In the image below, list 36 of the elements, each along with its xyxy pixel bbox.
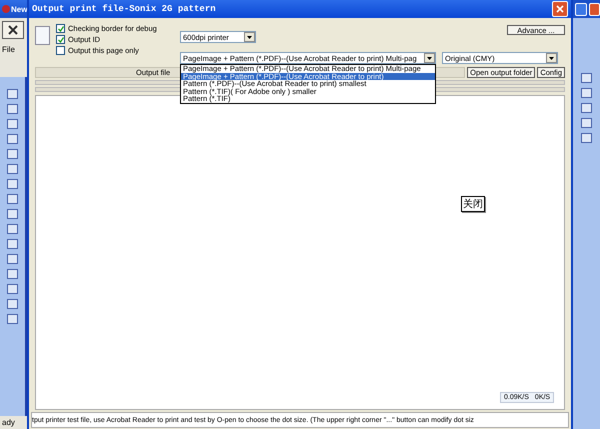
dropdown-arrow-icon <box>247 36 252 38</box>
toolbar-icon[interactable] <box>7 134 18 144</box>
checkbox[interactable] <box>56 35 65 44</box>
checkbox[interactable] <box>56 24 65 33</box>
status-text: ady <box>1 417 16 429</box>
toolbar-icon[interactable] <box>7 104 18 114</box>
app-logo-icon <box>2 5 10 13</box>
toolbar-icon[interactable] <box>7 284 18 294</box>
app-title: New <box>11 4 28 14</box>
tooltip: 关闭 <box>461 196 485 212</box>
toolbar-icon[interactable] <box>7 149 18 159</box>
toolbar-icon[interactable] <box>581 88 592 98</box>
toolbar-icon[interactable] <box>7 224 18 234</box>
toolbar-icon[interactable] <box>7 164 18 174</box>
toolbar-icon[interactable] <box>7 239 18 249</box>
tools-button[interactable] <box>2 21 24 39</box>
dropdown-arrow-icon <box>427 56 432 60</box>
checkbox[interactable] <box>56 46 65 55</box>
toolbar-icon[interactable] <box>581 73 592 83</box>
toolbar-icon[interactable] <box>7 254 18 264</box>
toolbar-icon[interactable] <box>7 179 18 189</box>
toolbar-icon[interactable] <box>7 314 18 324</box>
close-icon <box>556 5 564 13</box>
document-icon <box>35 26 50 45</box>
toolbar-icon[interactable] <box>581 133 592 143</box>
toolbar-icon[interactable] <box>7 299 18 309</box>
toolbar-icon[interactable] <box>581 118 592 128</box>
toolbar-icon[interactable] <box>581 103 592 113</box>
toolbar-icon[interactable] <box>7 194 18 204</box>
window-title: Output print file-Sonix 2G pattern <box>32 4 216 14</box>
toolbar-icon[interactable] <box>7 119 18 129</box>
toolbar-icon[interactable] <box>7 209 18 219</box>
dropdown-arrow-icon <box>549 56 554 60</box>
toolbar-icon[interactable] <box>7 89 18 99</box>
toolbar-icon[interactable] <box>7 269 18 279</box>
menu-item[interactable]: File <box>0 42 27 57</box>
